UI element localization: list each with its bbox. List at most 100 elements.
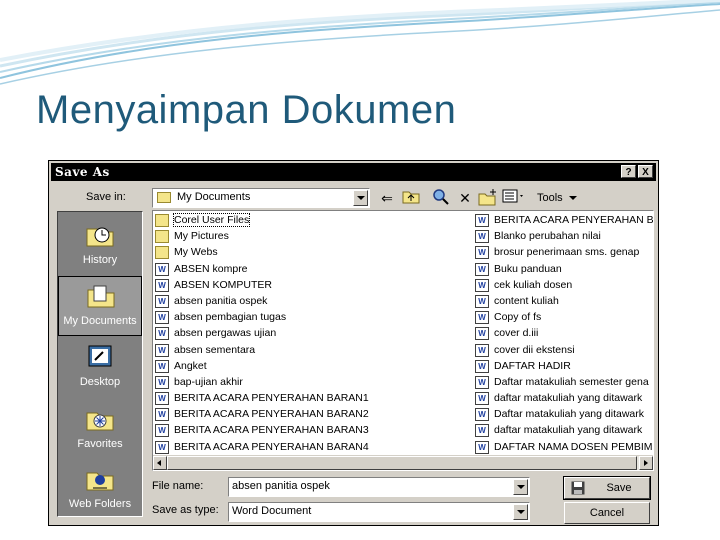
chevron-down-icon <box>568 196 577 201</box>
list-item[interactable]: Wdaftar matakuliah yang ditawark <box>475 391 653 407</box>
list-item[interactable]: W Daftar matakuliah semester gena <box>475 375 653 391</box>
back-icon[interactable]: ⇐ <box>377 188 397 208</box>
list-item[interactable]: Wabsen panitia ospek <box>155 294 473 310</box>
word-document-icon: W <box>155 440 169 454</box>
cancel-button-label: Cancel <box>589 507 625 519</box>
tools-menu[interactable]: Tools <box>537 192 577 204</box>
list-item[interactable]: Wabsen sementara <box>155 343 473 359</box>
search-web-icon[interactable] <box>431 188 451 208</box>
list-item[interactable]: My Pictures <box>155 229 473 245</box>
tools-label: Tools <box>537 192 563 204</box>
word-document-icon: W <box>475 294 489 308</box>
word-document-icon: W <box>155 343 169 357</box>
list-item[interactable]: W Copy of fs <box>475 310 653 326</box>
list-item[interactable]: Wcover dii ekstensi <box>475 343 653 359</box>
chevron-down-icon[interactable] <box>353 190 368 206</box>
scroll-thumb[interactable] <box>167 456 637 470</box>
floppy-disk-icon <box>571 481 585 495</box>
my-documents-icon <box>87 285 115 308</box>
word-document-icon: W <box>475 408 489 422</box>
word-document-icon: W <box>155 375 169 389</box>
list-item[interactable]: My Webs <box>155 245 473 261</box>
slide-title: Menyaimpan Dokumen <box>36 88 457 132</box>
list-item[interactable]: Wcontent kuliah <box>475 294 653 310</box>
delete-icon[interactable]: ✕ <box>455 188 475 208</box>
list-item[interactable]: W Blanko perubahan nilai <box>475 229 653 245</box>
word-document-icon: W <box>475 343 489 357</box>
word-document-icon: W <box>475 424 489 438</box>
place-history[interactable]: History <box>58 216 142 276</box>
file-name-label: File name: <box>152 480 204 492</box>
save-as-type-value: Word Document <box>232 505 312 517</box>
place-desktop[interactable]: Desktop <box>58 338 142 398</box>
list-item[interactable]: W BERITA ACARA PENYERAHAN BARAN2 <box>155 407 473 423</box>
list-item[interactable]: Wabsen pergawas ujian <box>155 326 473 342</box>
up-folder-icon[interactable] <box>401 188 421 208</box>
place-label: Desktop <box>79 376 121 388</box>
folder-icon <box>155 214 169 227</box>
list-item[interactable]: W ABSEN kompre <box>155 262 473 278</box>
place-web-folders[interactable]: Web Folders <box>58 460 142 520</box>
list-item[interactable]: W DAFTAR HADIR <box>475 359 653 375</box>
word-document-icon: W <box>155 359 169 373</box>
horizontal-scrollbar[interactable] <box>153 455 653 470</box>
scroll-left-icon[interactable] <box>153 456 167 470</box>
list-item[interactable]: W BERITA ACARA PENYERAHAN BARAN4 <box>155 440 473 456</box>
save-button-label: Save <box>606 482 632 494</box>
save-button[interactable]: Save <box>563 476 651 500</box>
desktop-icon <box>88 345 112 367</box>
list-item[interactable]: Wcover d.iii <box>475 326 653 342</box>
word-document-icon: W <box>475 392 489 406</box>
save-in-label: Save in: <box>86 191 126 203</box>
list-item[interactable]: W BERITA ACARA PENYERAHAN BARAN3 <box>155 423 473 439</box>
word-document-icon: W <box>475 214 489 227</box>
file-column-left: Corel User Files My Pictures My Webs W AB… <box>155 213 473 456</box>
file-column-right: W BERITA ACARA PENYERAHAN BA W Blanko peru… <box>475 213 653 456</box>
decorative-waves <box>0 0 720 85</box>
save-in-select[interactable]: My Documents <box>152 188 370 208</box>
word-document-icon: W <box>155 278 169 292</box>
list-item[interactable]: Wabsen pembagian tugas <box>155 310 473 326</box>
word-document-icon: W <box>155 311 169 325</box>
word-document-icon: W <box>475 359 489 373</box>
word-document-icon: W <box>475 246 489 260</box>
list-item[interactable]: Wdaftar matakuliah yang ditawark <box>475 423 653 439</box>
chevron-down-icon[interactable] <box>513 479 528 495</box>
word-document-icon: W <box>475 440 489 454</box>
scroll-right-icon[interactable] <box>639 456 653 470</box>
chevron-down-icon[interactable] <box>513 504 528 520</box>
place-my-documents[interactable]: My Documents <box>58 276 142 336</box>
web-folders-icon <box>86 472 114 491</box>
cancel-button[interactable]: Cancel <box>564 502 650 524</box>
list-item[interactable]: W BERITA ACARA PENYERAHAN BA <box>475 213 653 229</box>
list-item[interactable]: W Angket <box>155 359 473 375</box>
list-item[interactable]: Corel User Files <box>155 213 473 229</box>
list-item[interactable]: W Daftar matakuliah yang ditawark <box>475 407 653 423</box>
place-favorites[interactable]: Favorites <box>58 400 142 460</box>
list-item[interactable]: Wbap-ujian akhir <box>155 375 473 391</box>
save-as-type-select[interactable]: Word Document <box>228 502 530 522</box>
file-list[interactable]: Corel User Files My Pictures My Webs W AB… <box>152 210 654 471</box>
folder-icon <box>155 230 169 244</box>
save-as-dialog: Save As ? X Save in: My Documents ⇐ ✕ To… <box>48 160 659 526</box>
list-item[interactable]: W Buku panduan <box>475 262 653 278</box>
list-item[interactable]: Wcek kuliah dosen <box>475 278 653 294</box>
word-document-icon: W <box>155 262 169 276</box>
favorites-icon <box>86 412 114 431</box>
list-item[interactable]: W DAFTAR NAMA DOSEN PEMBIMB <box>475 440 653 456</box>
list-item[interactable]: W BERITA ACARA PENYERAHAN BARAN1 <box>155 391 473 407</box>
views-icon[interactable] <box>501 188 527 208</box>
help-button[interactable]: ? <box>621 165 636 178</box>
place-label: Favorites <box>77 438 123 450</box>
file-name-input[interactable]: absen panitia ospek <box>228 477 530 497</box>
new-folder-icon[interactable] <box>478 188 498 208</box>
place-label: My Documents <box>63 315 137 327</box>
file-name-value: absen panitia ospek <box>232 480 330 492</box>
place-label: History <box>82 254 118 266</box>
list-item[interactable]: W ABSEN KOMPUTER <box>155 278 473 294</box>
places-bar: History My Documents Desktop Favorites W… <box>57 211 143 517</box>
list-item[interactable]: Wbrosur penerimaan sms. genap <box>475 245 653 261</box>
close-button[interactable]: X <box>638 165 653 178</box>
word-document-icon: W <box>475 262 489 276</box>
word-document-icon: W <box>155 408 169 422</box>
